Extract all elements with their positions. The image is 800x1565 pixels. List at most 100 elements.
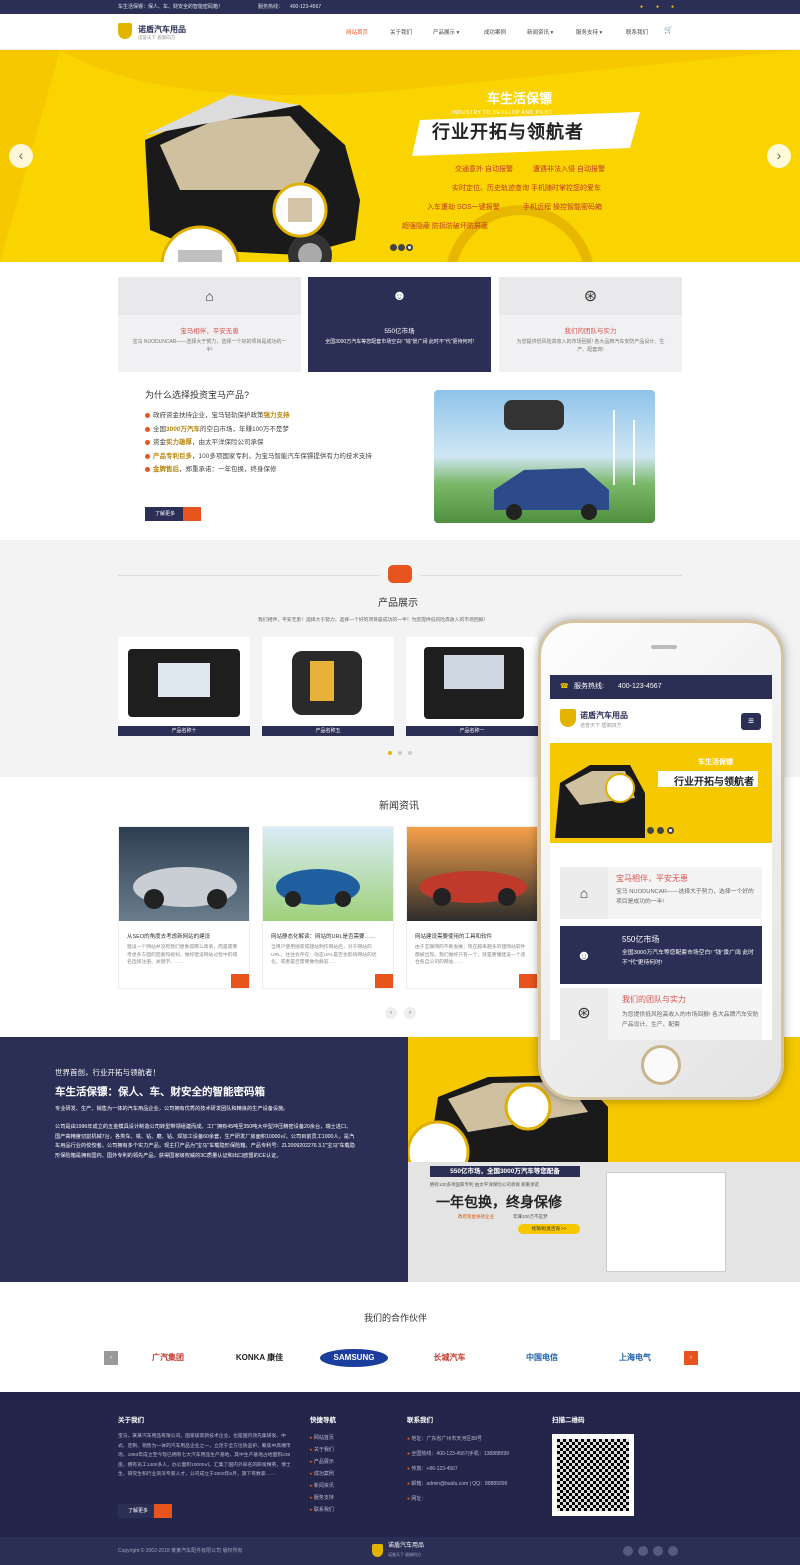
- qq-icon[interactable]: ●: [656, 0, 659, 14]
- footer-nav-link[interactable]: 成功案例: [310, 1468, 334, 1480]
- nav-home[interactable]: 网站首页: [346, 28, 368, 36]
- footer-logo-icon: [372, 1544, 383, 1557]
- banner-prev-button[interactable]: ‹: [9, 144, 33, 168]
- feature-card[interactable]: ☻ 550亿市场 全国3000万汽车等您配套市场空白! "钱"景广阔 此时不"代…: [308, 277, 491, 372]
- feature-text: 为您提供低风险高收入的市场回报! 各大品牌汽车安防产品设计、生产、配套商!: [516, 339, 665, 353]
- logo-title[interactable]: 诺盾汽车用品: [138, 24, 186, 35]
- why-section: 为什么选择投资宝马产品? 政府资金扶持企业，宝马轻轨保护政策强力支持 全国300…: [145, 388, 405, 477]
- news-next-button[interactable]: ›: [404, 1007, 416, 1019]
- news-card[interactable]: 网站静态化解读：网站的URL是否需要…… 当用户使用搜索或建站制作网站后，对于网…: [262, 826, 394, 989]
- banner-dot-active[interactable]: [406, 244, 413, 251]
- nav-news[interactable]: 新闻资讯 ▾: [527, 28, 553, 36]
- news-headline[interactable]: 网站建设需要使用的工具和软件: [415, 932, 529, 940]
- news-title: 新闻资讯: [379, 801, 419, 812]
- nav-about[interactable]: 关于我们: [390, 28, 412, 36]
- banner-next-button[interactable]: ›: [767, 144, 791, 168]
- footer-nav-link[interactable]: 新闻资讯: [310, 1480, 334, 1492]
- promo-button[interactable]: 经销/批发咨询 >>: [518, 1224, 580, 1234]
- feature-title: 550亿市场: [384, 328, 415, 335]
- about-paragraph: 公司是由1996年成立的五金模具设计制造公司转型带领组建而成。工厂拥有45吨至3…: [55, 1124, 355, 1159]
- wechat-icon[interactable]: ●: [640, 0, 643, 14]
- banner-feature: 遭遇非法入侵 自动报警: [533, 166, 605, 173]
- feature-icon-area: ⌂: [118, 277, 301, 315]
- product-card[interactable]: 产品名称一: [406, 637, 538, 736]
- product-name[interactable]: 产品名称一: [406, 726, 538, 736]
- cart-icon[interactable]: 🛒: [664, 26, 673, 34]
- footer-nav-link[interactable]: 联系我们: [310, 1504, 334, 1516]
- news-more-button[interactable]: [519, 974, 537, 988]
- nav-products[interactable]: 产品展示 ▾: [433, 28, 459, 36]
- carousel-dot[interactable]: [398, 751, 402, 755]
- phone-banner-tag: 车生活保镖: [698, 759, 733, 766]
- footer-more-button[interactable]: 了解更多: [118, 1504, 172, 1518]
- nav-cases[interactable]: 成功案例: [484, 28, 506, 36]
- footer-nav-link[interactable]: 服务支持: [310, 1492, 334, 1504]
- phone-logo-title[interactable]: 诺盾汽车用品: [580, 710, 628, 721]
- news-more-button[interactable]: [375, 974, 393, 988]
- logo-shield-icon[interactable]: [118, 23, 132, 39]
- partner-logo[interactable]: 上海电气: [590, 1349, 680, 1367]
- phone-screen: ☎ 服务热线: 400-123-4567 诺盾汽车用品 诺誉天下 盾御四方 ≡ …: [550, 675, 772, 1040]
- partners-next-button[interactable]: ›: [684, 1351, 698, 1365]
- promo-goal: 年赚100万不是梦: [513, 1214, 548, 1219]
- why-more-button[interactable]: 了解更多: [145, 507, 201, 521]
- partner-logo[interactable]: 长城汽车: [412, 1349, 487, 1367]
- phone-logo-subtitle: 诺誉天下 盾御四方: [580, 723, 622, 729]
- phone-home-button[interactable]: [641, 1045, 681, 1085]
- carousel-dot[interactable]: [408, 751, 412, 755]
- notify-icon[interactable]: ●: [671, 0, 674, 14]
- footer-nav-link[interactable]: 网站首页: [310, 1432, 334, 1444]
- feature-card[interactable]: ⌂ 宝马相伴，平安无患 宝马 NUODUNCAR——选择大于努力，选择一个好的项…: [118, 277, 301, 372]
- social-icon[interactable]: [668, 1546, 678, 1556]
- banner-dot[interactable]: [390, 244, 397, 251]
- carousel-dot-active[interactable]: [388, 751, 392, 755]
- partner-logo[interactable]: 中国电信: [502, 1349, 582, 1367]
- nav-support[interactable]: 服务支持 ▾: [576, 28, 602, 36]
- social-icon[interactable]: [623, 1546, 633, 1556]
- news-card[interactable]: 从SEO的角度去考虑新网站的建设 建设一个网站并没有我们想象得那么简单，而是需要…: [118, 826, 250, 989]
- phone-feature-card[interactable]: ☻ 550亿市场 全国3000万汽车等您配套市场空白! "钱"景广阔 此时不"代…: [560, 926, 762, 984]
- phone-banner-dot[interactable]: [657, 827, 664, 834]
- news-card[interactable]: 网站建设需要使用的工具和软件 由于互联网的不断发展，现在越来越多的建网站软件都被…: [406, 826, 538, 989]
- partners-prev-button[interactable]: ‹: [104, 1351, 118, 1365]
- product-name[interactable]: 产品名称五: [262, 726, 394, 736]
- news-headline[interactable]: 从SEO的角度去考虑新网站的建设: [127, 932, 241, 940]
- product-name[interactable]: 产品名称十: [118, 726, 250, 736]
- email-text: ● 邮箱：admin@baidu.com | QQ：88889999: [407, 1481, 508, 1487]
- about-line1: 世界首创，行业开拓与领航者！: [55, 1068, 160, 1077]
- phone-banner-dot[interactable]: [647, 827, 654, 834]
- footer-nav-link[interactable]: 产品展示: [310, 1456, 334, 1468]
- banner-feature: 实时定位、历史轨迹查询: [452, 185, 529, 192]
- product-card[interactable]: 产品名称五: [262, 637, 394, 736]
- partner-logo[interactable]: SAMSUNG: [320, 1349, 388, 1367]
- nav-contact[interactable]: 联系我们: [626, 28, 648, 36]
- phone-banner-dot-active[interactable]: [667, 827, 674, 834]
- phone-menu-icon[interactable]: ≡: [741, 713, 761, 730]
- partner-logo[interactable]: 广汽集团: [128, 1349, 208, 1367]
- silver-car: [133, 867, 237, 909]
- news-prev-button[interactable]: ‹: [385, 1007, 397, 1019]
- hotline-label: 服务热线：: [258, 4, 284, 10]
- product-image: [424, 647, 524, 719]
- news-more-button[interactable]: [231, 974, 249, 988]
- partner-logo[interactable]: KONKA 康佳: [222, 1349, 297, 1367]
- banner-dot[interactable]: [398, 244, 405, 251]
- social-icon[interactable]: [653, 1546, 663, 1556]
- feature-card[interactable]: ⊛ 我们的团队与实力 为您提供低风险高收入的市场回报! 各大品牌汽车安防产品设计…: [499, 277, 682, 372]
- phone-feature-text: 宝马 NUODUNCAR——选择大于努力，选择一个好的项目是成功的一半!: [616, 889, 754, 905]
- fax-text: ● 传真：+86-123-4567: [407, 1466, 458, 1472]
- news-headline[interactable]: 网站静态化解读：网站的URL是否需要……: [271, 932, 385, 940]
- social-icon[interactable]: [638, 1546, 648, 1556]
- phone-banner-headline: 行业开拓与领航者: [674, 777, 754, 788]
- wheel-icon: ⊛: [583, 288, 598, 305]
- product-card[interactable]: 产品名称十: [118, 637, 250, 736]
- phone-feature-card[interactable]: ⊛ 我们的团队与实力 为您提供低风险高收入的市场回报! 各大品牌汽车安防产品设计…: [560, 988, 762, 1040]
- footer-nav-link[interactable]: 关于我们: [310, 1444, 334, 1456]
- top-slogan: 车生活保镖：保人、车、财安全的智能密码箱！: [118, 4, 224, 10]
- why-item: 产品专利巨多，100多项国家专利，为宝马智能汽车保镖提供有力的技术支持: [145, 450, 405, 464]
- phone-feature-card[interactable]: ⌂ 宝马相伴，平安无患 宝马 NUODUNCAR——选择大于努力，选择一个好的项…: [560, 867, 762, 919]
- hero-banner: 车生活保镖 INDUSTRY TO DEVELOP AND PILOT 行业开拓…: [0, 50, 800, 262]
- phone-logo-icon[interactable]: [560, 709, 576, 727]
- footer-nav-title: 快捷导航: [310, 1417, 336, 1424]
- divider: [420, 575, 682, 576]
